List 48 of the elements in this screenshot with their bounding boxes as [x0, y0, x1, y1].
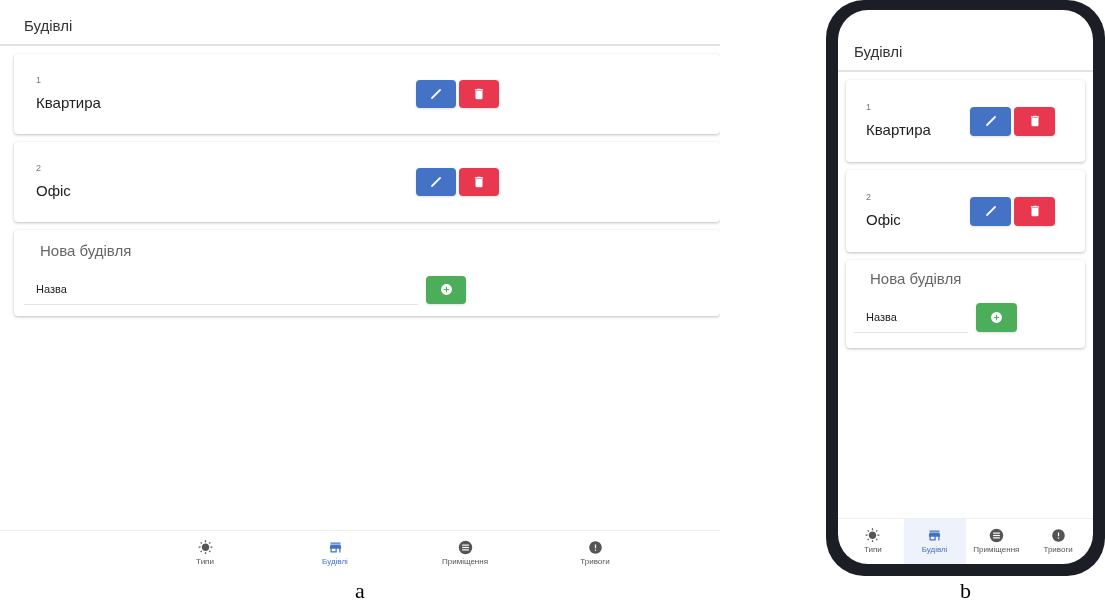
edit-button[interactable] — [970, 196, 1011, 226]
add-button[interactable] — [976, 303, 1017, 332]
page-title: Будівлі — [24, 17, 73, 34]
pencil-icon — [430, 88, 442, 100]
nav-tab[interactable]: Типи — [140, 531, 270, 576]
delete-button[interactable] — [459, 80, 499, 108]
pencil-icon — [984, 205, 997, 217]
form-heading: Нова будівля — [869, 269, 963, 289]
store-icon — [327, 540, 343, 555]
nav-tab[interactable]: Будівлі — [903, 519, 966, 564]
nav-tab[interactable]: Приміщення — [400, 531, 530, 576]
store-icon — [927, 528, 943, 543]
figure-caption: b — [960, 580, 971, 602]
pencil-icon — [984, 115, 997, 127]
alert-icon — [587, 540, 603, 555]
building-number: 1 — [866, 101, 872, 114]
name-input[interactable]: Назва — [24, 274, 418, 305]
nav-tab[interactable]: Будівлі — [270, 531, 400, 576]
building-number: 1 — [36, 74, 42, 87]
list-icon — [457, 540, 473, 555]
form-heading: Нова будівля — [39, 241, 133, 261]
add-button[interactable] — [426, 275, 466, 304]
building-number: 2 — [36, 162, 42, 175]
list-icon — [988, 528, 1004, 543]
page-title: Будівлі — [854, 43, 903, 60]
delete-button[interactable] — [1014, 106, 1055, 136]
trash-icon — [472, 175, 486, 189]
trash-icon — [472, 87, 486, 101]
building-number: 2 — [866, 191, 872, 204]
delete-button[interactable] — [1014, 196, 1055, 226]
edit-button[interactable] — [416, 80, 456, 108]
sun-icon — [197, 540, 213, 555]
pencil-icon — [430, 176, 442, 188]
sun-icon — [865, 528, 881, 543]
building-name: Квартира — [36, 92, 102, 113]
building-name: Офіс — [36, 180, 72, 201]
building-name: Офіс — [866, 209, 902, 230]
delete-button[interactable] — [459, 168, 499, 196]
building-name: Квартира — [866, 119, 932, 140]
nav-tab[interactable]: Приміщення — [965, 519, 1028, 564]
name-input[interactable]: Назва — [854, 302, 968, 333]
edit-button[interactable] — [416, 168, 456, 196]
alert-icon — [1050, 528, 1066, 543]
figure-caption: a — [355, 580, 365, 602]
edit-button[interactable] — [970, 106, 1011, 136]
nav-tab[interactable]: Тривоги — [1027, 519, 1089, 564]
nav-tab[interactable]: Тривоги — [530, 531, 660, 576]
nav-tab[interactable]: Типи — [842, 519, 904, 564]
